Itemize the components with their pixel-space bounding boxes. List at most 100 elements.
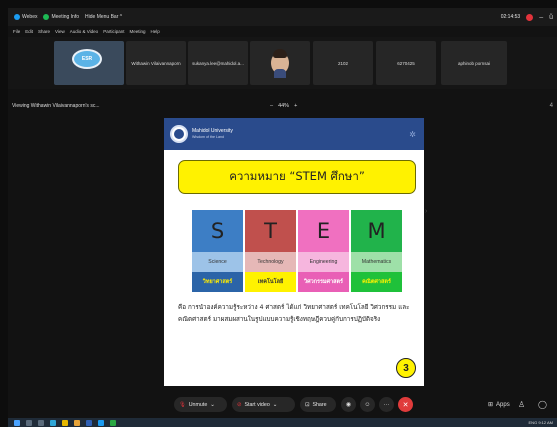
participant-tile[interactable]: aphinob pornsai <box>441 41 507 85</box>
explorer-icon[interactable] <box>74 419 80 426</box>
participants-icon[interactable]: ♙ <box>518 400 525 409</box>
share-icon: ⊡ <box>305 401 310 408</box>
unmute-button[interactable]: 🎙︎ Unmute ⌄ <box>174 397 227 412</box>
participant-name: sukanya.lee@mahidol.a... <box>192 60 244 66</box>
participant-tile-video[interactable]: ESR <box>54 41 124 85</box>
reactions-button[interactable]: ☺ <box>360 397 375 412</box>
webex-window: Webex Meeting Info Hide Menu Bar ^ 02:14… <box>8 8 557 418</box>
participant-name: 2102 <box>337 60 348 66</box>
task-view-icon[interactable] <box>38 419 44 426</box>
share-button[interactable]: ⊡ Share <box>300 397 336 412</box>
chrome-icon[interactable] <box>62 419 68 426</box>
zoom-out-button[interactable]: – <box>270 103 273 109</box>
shield-icon <box>43 14 50 20</box>
meeting-info-label: Meeting Info <box>51 14 80 20</box>
zoom-in-button[interactable]: + <box>294 103 297 109</box>
participant-name: aphinob pornsai <box>457 60 491 66</box>
apps-icon: ⊞ <box>488 402 494 408</box>
hide-menu-bar-label: Hide Menu Bar ^ <box>85 14 123 20</box>
clock[interactable]: 9:12 AM <box>538 420 553 425</box>
minimize-button[interactable]: – <box>539 14 543 21</box>
webex-task-icon[interactable] <box>98 419 104 426</box>
start-video-label: Start video <box>244 401 270 408</box>
more-options-button[interactable]: ··· <box>379 397 394 412</box>
language-indicator[interactable]: ENG <box>529 420 538 425</box>
stem-english: Mathematics <box>351 252 402 272</box>
close-button[interactable]: ŭ <box>549 14 553 21</box>
stem-thai: คณิตศาสตร์ <box>351 272 402 292</box>
slide-description: คือ การนำองค์ความรู้ระหว่าง 4 ศาสตร์ ได้… <box>178 304 410 323</box>
slide-title: ความหมาย “STEM ศึกษา” <box>178 160 416 194</box>
avatar <box>271 49 289 78</box>
stem-thai: วิศวกรรมศาสตร์ <box>298 272 349 292</box>
stem-column-engineering: E Engineering วิศวกรรมศาสตร์ <box>298 210 349 295</box>
stem-english: Technology <box>245 252 296 272</box>
participant-name: 6270425 <box>397 60 415 66</box>
webex-logo[interactable]: Webex <box>14 14 37 20</box>
participant-tile[interactable]: 6270425 <box>376 41 436 85</box>
zoom-controls: – 44% + <box>270 103 297 109</box>
close-icon: ✕ <box>402 401 409 409</box>
menu-edit[interactable]: Edit <box>25 29 33 34</box>
record-icon: ◉ <box>345 402 352 408</box>
chevron-down-icon[interactable]: ⌄ <box>210 402 214 408</box>
university-name: Mahidol University Wisdom of the Land <box>192 128 233 140</box>
slide-page-number: 3 <box>396 358 416 378</box>
participant-tile-avatar[interactable] <box>250 41 310 85</box>
mic-muted-icon: 🎙︎ <box>179 401 186 408</box>
hide-menu-bar-button[interactable]: Hide Menu Bar ^ <box>85 14 122 20</box>
recording-icon <box>526 13 534 21</box>
app-icon[interactable] <box>110 419 116 426</box>
stem-column-science: S Science วิทยาศาสตร์ <box>192 210 243 295</box>
menu-participant[interactable]: Participant <box>103 29 124 34</box>
share-label: Share <box>312 401 327 408</box>
start-video-button[interactable]: ⊘ Start video ⌄ <box>232 397 295 412</box>
stem-letter: M <box>351 210 402 252</box>
participant-tile[interactable]: Withawin Vilaivannaporn <box>126 41 186 85</box>
leave-meeting-button[interactable]: ✕ <box>398 397 413 412</box>
chat-icon[interactable]: ◯ <box>538 400 547 409</box>
os-taskbar: ENG 9:12 AM <box>8 418 557 427</box>
meeting-info-button[interactable]: Meeting Info <box>43 14 79 20</box>
apps-button[interactable]: ⊞ Apps <box>488 401 510 409</box>
system-tray: ENG 9:12 AM <box>529 420 553 425</box>
esr-logo: ESR <box>72 49 102 69</box>
stem-letter: E <box>298 210 349 252</box>
apps-label: Apps <box>496 401 510 408</box>
word-icon[interactable] <box>86 419 92 426</box>
video-off-icon: ⊘ <box>237 401 242 408</box>
stem-english: Engineering <box>298 252 349 272</box>
menu-help[interactable]: Help <box>150 29 159 34</box>
stem-letter: T <box>245 210 296 252</box>
meeting-timer: 02:14:53 <box>500 14 521 20</box>
chevron-right-icon[interactable]: › <box>425 208 427 215</box>
participant-tile[interactable]: sukanya.lee@mahidol.a... <box>188 41 248 85</box>
menu-bar: File Edit Share View Audio & Video Parti… <box>8 26 557 37</box>
university-seal-icon <box>170 125 188 143</box>
chevron-down-icon[interactable]: ⌄ <box>273 402 277 408</box>
menu-meeting[interactable]: Meeting <box>129 29 145 34</box>
stem-column-mathematics: M Mathematics คณิตศาสตร์ <box>351 210 402 295</box>
unmute-label: Unmute <box>188 401 208 408</box>
meeting-controls: 🎙︎ Unmute ⌄ ⊘ Start video ⌄ ⊡ Share ◉ ☺ … <box>8 391 557 418</box>
participant-tile[interactable]: 2102 <box>313 41 373 85</box>
share-view-bar: Viewing Withawin Vilaivannaporn's sc... … <box>8 100 557 112</box>
participant-name: Withawin Vilaivannaporn <box>131 60 181 66</box>
menu-view[interactable]: View <box>55 29 65 34</box>
menu-file[interactable]: File <box>13 29 20 34</box>
stem-letter: S <box>192 210 243 252</box>
decorative-mark-icon: ✲ <box>409 130 416 139</box>
stem-column-technology: T Technology เทคโนโลยี <box>245 210 296 295</box>
participant-strip: ESR Withawin Vilaivannaporn sukanya.lee@… <box>8 37 557 89</box>
view-options-icon[interactable]: 4 <box>550 103 553 109</box>
menu-share[interactable]: Share <box>38 29 50 34</box>
stem-thai: เทคโนโลยี <box>245 272 296 292</box>
edge-icon[interactable] <box>50 419 56 426</box>
menu-audio-video[interactable]: Audio & Video <box>70 29 98 34</box>
recorder-button[interactable]: ◉ <box>341 397 356 412</box>
windows-start-icon[interactable] <box>14 419 20 426</box>
search-icon[interactable] <box>26 419 32 426</box>
title-bar: Webex Meeting Info Hide Menu Bar ^ 02:14… <box>8 8 557 26</box>
webex-label: Webex <box>22 14 38 20</box>
stem-english: Science <box>192 252 243 272</box>
